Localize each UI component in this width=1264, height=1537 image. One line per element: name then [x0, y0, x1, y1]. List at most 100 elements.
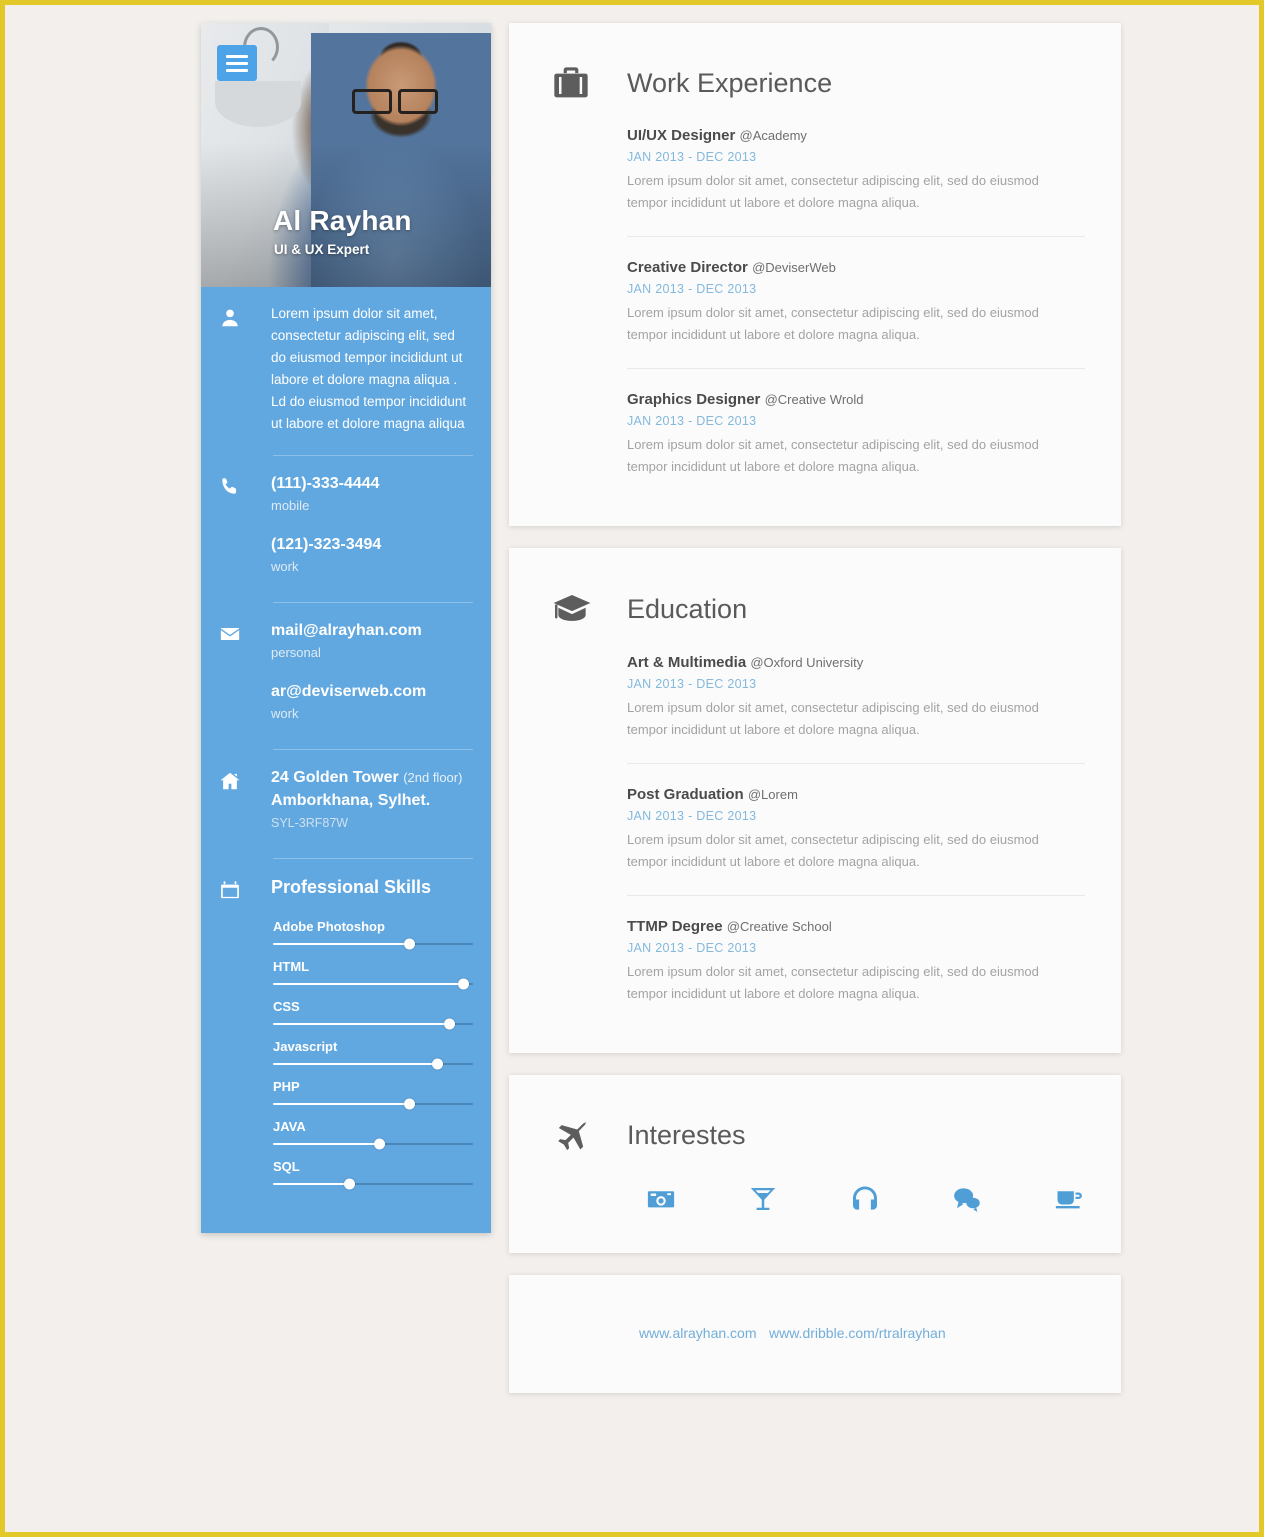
interests-icon-row — [539, 1175, 1091, 1227]
education-entry-list: Art & Multimedia @Oxford University JAN … — [539, 650, 1091, 1027]
email-value[interactable]: mail@alrayhan.com — [271, 619, 473, 642]
skill-slider[interactable] — [273, 1098, 473, 1110]
education-entry-desc: Lorem ipsum dolor sit amet, consectetur … — [627, 700, 1039, 737]
email-label: work — [271, 706, 299, 721]
address-line1: 24 Golden Tower (2nd floor) — [271, 766, 473, 789]
education-entry-org: @Oxford University — [750, 655, 864, 670]
education-title: Education — [627, 593, 748, 624]
education-entry-title: TTMP Degree @Creative School — [627, 918, 1085, 935]
education-entry-date: JAN 2013 - DEC 2013 — [627, 677, 757, 691]
envelope-icon — [219, 619, 269, 729]
profile-role: UI & UX Expert — [274, 242, 370, 257]
skill-knob[interactable] — [373, 1138, 385, 1150]
skill-slider[interactable] — [273, 1178, 473, 1190]
skill-knob[interactable] — [403, 1098, 415, 1110]
work-entry-role: Creative Director — [627, 259, 748, 276]
link-column: www.dribble.com/rtralrayhan — [769, 1321, 1009, 1345]
skill-knob[interactable] — [403, 938, 415, 950]
skill-knob[interactable] — [457, 978, 469, 990]
airplane-icon — [551, 1115, 597, 1155]
work-entry-org: @Creative Wrold — [764, 392, 864, 407]
education-entry-date: JAN 2013 - DEC 2013 — [627, 941, 757, 955]
work-entry-list: UI/UX Designer @Academy JAN 2013 - DEC 2… — [539, 123, 1091, 500]
chat-bubbles-icon[interactable] — [945, 1179, 989, 1219]
skill-knob[interactable] — [443, 1018, 455, 1030]
work-entry-role: UI/UX Designer — [627, 127, 736, 144]
profile-sidebar: Al Rayhan UI & UX Expert Lorem ipsum dol… — [201, 23, 491, 1233]
skill-label: Adobe Photoshop — [273, 919, 385, 934]
education-entry-desc: Lorem ipsum dolor sit amet, consectetur … — [627, 964, 1039, 1001]
skill-row: SQL — [273, 1159, 473, 1190]
skill-label: SQL — [273, 1159, 300, 1174]
education-header: Education — [539, 576, 1091, 650]
phone-value[interactable]: (121)-323-3494 — [271, 533, 473, 556]
skill-fill — [273, 1143, 379, 1145]
phone-block: (111)-333-4444 mobile (121)-323-3494 wor… — [201, 456, 491, 586]
skill-slider[interactable] — [273, 938, 473, 950]
email-item: mail@alrayhan.com personal — [271, 619, 473, 664]
work-entry-desc: Lorem ipsum dolor sit amet, consectetur … — [627, 305, 1039, 342]
skill-fill — [273, 1103, 409, 1105]
home-icon — [219, 766, 269, 838]
address-body: 24 Golden Tower (2nd floor) Amborkhana, … — [271, 766, 473, 838]
education-entry-org: @Lorem — [747, 787, 798, 802]
skill-fill — [273, 1063, 437, 1065]
dribbble-link[interactable]: www.dribble.com/rtralrayhan — [769, 1325, 946, 1341]
person-icon — [219, 303, 269, 435]
skill-row: CSS — [273, 999, 473, 1030]
skill-row: Javascript — [273, 1039, 473, 1070]
cocktail-glass-icon[interactable] — [741, 1179, 785, 1219]
skill-slider[interactable] — [273, 1138, 473, 1150]
link-column: www.alrayhan.com — [539, 1321, 769, 1345]
camera-icon[interactable] — [639, 1179, 683, 1219]
skill-knob[interactable] — [431, 1058, 443, 1070]
address-block: 24 Golden Tower (2nd floor) Amborkhana, … — [201, 750, 491, 842]
education-entry: Post Graduation @Lorem JAN 2013 - DEC 20… — [627, 763, 1085, 895]
skill-slider[interactable] — [273, 978, 473, 990]
address-code: SYL-3RF87W — [271, 816, 349, 830]
skill-label: Javascript — [273, 1039, 338, 1054]
skill-row: Adobe Photoshop — [273, 919, 473, 950]
work-entry: UI/UX Designer @Academy JAN 2013 - DEC 2… — [627, 123, 1085, 236]
hamburger-menu-icon[interactable] — [217, 45, 257, 81]
education-entry-title: Post Graduation @Lorem — [627, 786, 1085, 803]
skill-label: JAVA — [273, 1119, 306, 1134]
work-entry-org: @DeviserWeb — [752, 260, 836, 275]
briefcase-icon — [551, 63, 597, 103]
skill-row: JAVA — [273, 1119, 473, 1150]
skill-slider[interactable] — [273, 1058, 473, 1070]
address-street: 24 Golden Tower — [271, 769, 399, 786]
work-entry-role: Graphics Designer — [627, 391, 761, 408]
links-card: www.alrayhan.com www.dribble.com/rtralra… — [509, 1275, 1121, 1393]
skill-knob[interactable] — [343, 1178, 355, 1190]
skill-label: HTML — [273, 959, 310, 974]
about-body: Lorem ipsum dolor sit amet, consectetur … — [271, 303, 473, 435]
education-entry-date: JAN 2013 - DEC 2013 — [627, 809, 757, 823]
work-entry-title: UI/UX Designer @Academy — [627, 127, 1085, 144]
email-value[interactable]: ar@deviserweb.com — [271, 680, 473, 703]
address-item: 24 Golden Tower (2nd floor) Amborkhana, … — [271, 766, 473, 834]
phone-label: work — [271, 559, 299, 574]
education-entry-org: @Creative School — [726, 919, 832, 934]
work-entry-date: JAN 2013 - DEC 2013 — [627, 414, 757, 428]
education-entry-title: Art & Multimedia @Oxford University — [627, 654, 1085, 671]
work-entry-org: @Academy — [739, 128, 807, 143]
skill-slider[interactable] — [273, 1018, 473, 1030]
work-entry-title: Creative Director @DeviserWeb — [627, 259, 1085, 276]
phone-value[interactable]: (111)-333-4444 — [271, 472, 473, 495]
skill-fill — [273, 1023, 449, 1025]
menu-line — [226, 54, 248, 58]
headphones-icon[interactable] — [843, 1179, 887, 1219]
work-entry-title: Graphics Designer @Creative Wrold — [627, 391, 1085, 408]
email-item: ar@deviserweb.com work — [271, 680, 473, 725]
education-card: Education Art & Multimedia @Oxford Unive… — [509, 548, 1121, 1053]
menu-line — [226, 68, 248, 72]
skill-label: CSS — [273, 999, 300, 1014]
address-floor: (2nd floor) — [403, 770, 463, 785]
education-entry-degree: Art & Multimedia — [627, 654, 747, 671]
website-link[interactable]: www.alrayhan.com — [639, 1325, 757, 1341]
phone-body: (111)-333-4444 mobile (121)-323-3494 wor… — [271, 472, 473, 582]
skill-row: PHP — [273, 1079, 473, 1110]
main-column: Work Experience UI/UX Designer @Academy … — [509, 23, 1121, 1393]
coffee-cup-icon[interactable] — [1047, 1179, 1091, 1219]
